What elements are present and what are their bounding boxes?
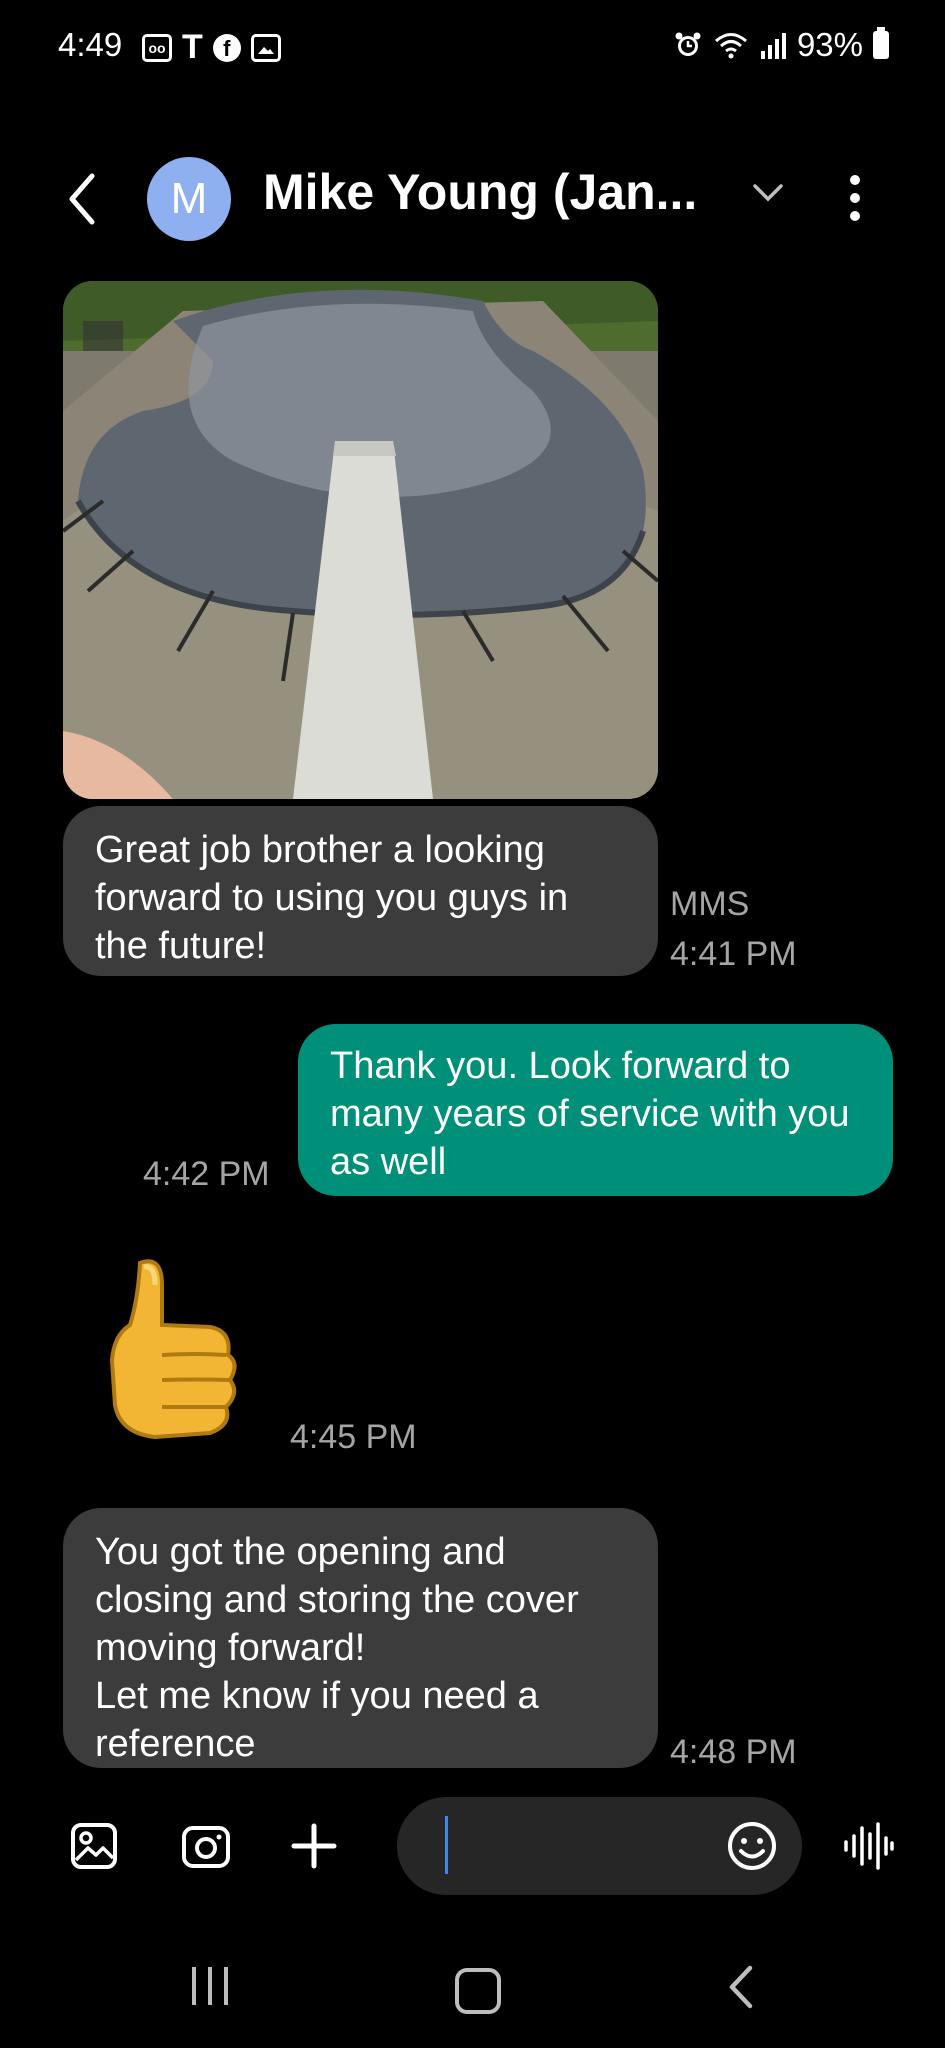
message-timestamp: 4:48 PM bbox=[670, 1733, 797, 1771]
back-icon[interactable] bbox=[726, 1964, 756, 2010]
gallery-button[interactable] bbox=[66, 1818, 122, 1874]
back-arrow-icon[interactable] bbox=[64, 170, 100, 228]
message-bubble-incoming[interactable]: You got the opening and closing and stor… bbox=[63, 1508, 658, 1768]
wifi-icon bbox=[714, 33, 747, 59]
message-bubble-incoming[interactable]: Great job brother a looking forward to u… bbox=[63, 806, 658, 976]
text-caret bbox=[445, 1816, 448, 1874]
message-type-tag: MMS bbox=[670, 885, 750, 923]
facebook-icon: f bbox=[212, 33, 241, 62]
battery-percent: 93% bbox=[796, 26, 863, 63]
voice-icon bbox=[844, 1822, 894, 1870]
message-timestamp: 4:42 PM bbox=[143, 1155, 270, 1193]
more-options-icon[interactable] bbox=[848, 173, 862, 223]
tmobile-icon: T bbox=[182, 28, 203, 66]
message-timestamp: 4:41 PM bbox=[670, 935, 797, 973]
alarm-icon bbox=[675, 32, 701, 56]
voice-button[interactable] bbox=[840, 1818, 896, 1874]
voicemail-icon: oo bbox=[142, 33, 172, 62]
battery-icon bbox=[873, 27, 889, 59]
message-image[interactable] bbox=[63, 281, 658, 799]
contact-name[interactable]: Mike Young (Jan... bbox=[263, 163, 697, 221]
status-time: 4:49 bbox=[58, 26, 123, 63]
pool-cover-photo bbox=[63, 281, 658, 799]
thumbs-up-emoji-message[interactable] bbox=[100, 1255, 240, 1450]
home-icon[interactable] bbox=[455, 1968, 501, 2014]
status-right-icons: 93% bbox=[673, 26, 889, 64]
gallery-icon bbox=[250, 33, 281, 62]
emoji-button[interactable] bbox=[724, 1818, 780, 1874]
status-left-icons: oo T f bbox=[142, 28, 281, 67]
thumbs-up-icon bbox=[109, 1259, 237, 1440]
gallery-icon bbox=[71, 1823, 117, 1869]
recents-icon[interactable] bbox=[190, 1965, 230, 2007]
plus-icon bbox=[291, 1823, 337, 1869]
emoji-icon bbox=[728, 1822, 776, 1870]
attach-button[interactable] bbox=[286, 1818, 342, 1874]
message-timestamp: 4:45 PM bbox=[290, 1418, 417, 1456]
chevron-down-icon[interactable] bbox=[752, 183, 784, 203]
camera-button[interactable] bbox=[178, 1818, 234, 1874]
camera-icon bbox=[182, 1826, 230, 1868]
signal-icon bbox=[760, 33, 786, 59]
avatar[interactable]: M bbox=[147, 157, 231, 241]
message-bubble-outgoing[interactable]: Thank you. Look forward to many years of… bbox=[298, 1024, 893, 1196]
